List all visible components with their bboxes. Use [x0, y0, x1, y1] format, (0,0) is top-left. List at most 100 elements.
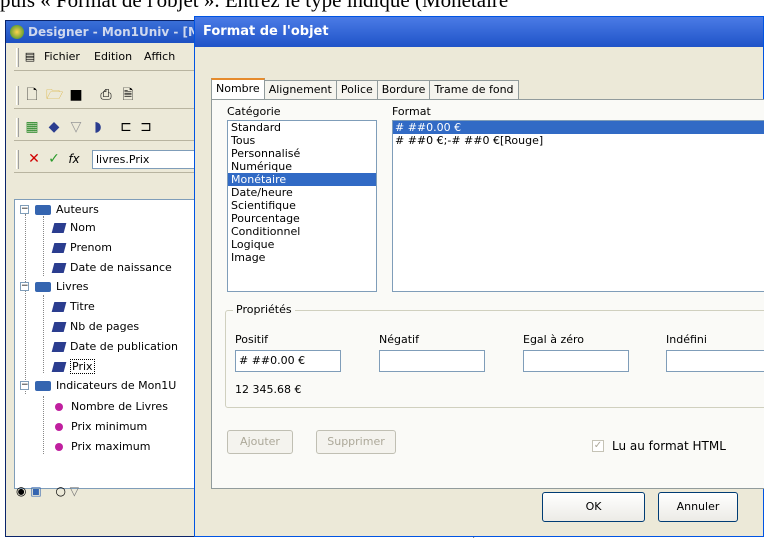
tree-object-titre[interactable]: Titre — [51, 298, 95, 316]
measure-icon — [55, 403, 63, 411]
category-item[interactable]: Numérique — [228, 160, 376, 173]
insert-class-icon[interactable]: ◗ — [90, 119, 106, 135]
tree-object-naissance[interactable]: Date de naissance — [51, 259, 172, 277]
negatif-input[interactable] — [379, 350, 485, 372]
category-item[interactable]: Date/heure — [228, 186, 376, 199]
tree-object-pages[interactable]: Nb de pages — [51, 318, 140, 336]
menu-doc-icon[interactable]: ▤ — [22, 49, 38, 65]
category-item-selected[interactable]: Monétaire — [228, 173, 376, 186]
context-icon[interactable]: ⊐ — [138, 119, 154, 135]
insert-table-icon[interactable]: ▦ — [24, 119, 40, 135]
measure-icon — [55, 423, 63, 431]
menu-fichier[interactable]: Fichier — [44, 50, 80, 63]
toolbar-grip[interactable] — [16, 118, 19, 137]
tree-measure-min[interactable]: Prix minimum — [53, 418, 147, 436]
tree-label: Date de publication — [70, 340, 178, 353]
category-item[interactable]: Personnalisé — [228, 147, 376, 160]
supprimer-button[interactable]: Supprimer — [316, 430, 396, 454]
format-item-selected[interactable]: # ##0.00 € — [393, 121, 764, 134]
dialog-titlebar: Format de l'objet — [195, 17, 763, 47]
object-icon — [51, 263, 67, 273]
cancel-x-icon[interactable]: ✕ — [26, 151, 42, 167]
tab-alignement[interactable]: Alignement — [263, 80, 337, 100]
toolbar-grip[interactable] — [16, 86, 19, 105]
tab-trame[interactable]: Trame de fond — [429, 80, 519, 100]
objects-view-radio[interactable]: ◉ — [16, 484, 26, 498]
ok-button[interactable]: OK — [542, 492, 645, 522]
insert-filter-icon[interactable]: ▽ — [68, 119, 84, 135]
category-item[interactable]: Pourcentage — [228, 212, 376, 225]
tree-label: Prix minimum — [71, 420, 148, 433]
object-icon — [51, 302, 67, 312]
tree-label: Nb de pages — [70, 320, 140, 333]
menu-edition[interactable]: Edition — [94, 50, 132, 63]
category-item[interactable]: Standard — [228, 121, 376, 134]
toolbar-grip[interactable] — [16, 150, 19, 169]
tree-measure-max[interactable]: Prix maximum — [53, 438, 150, 456]
standard-toolbar: 🗋 🗁 ■ ⎙ 🗎 — [14, 83, 199, 109]
fx-icon[interactable]: fx — [66, 151, 82, 167]
collapse-icon[interactable]: − — [20, 381, 29, 390]
categorie-label: Catégorie — [227, 105, 281, 118]
tab-nombre[interactable]: Nombre — [211, 78, 265, 101]
folder-icon — [35, 205, 51, 215]
tree-object-prenom[interactable]: Prenom — [51, 239, 112, 257]
tree-object-nom[interactable]: Nom — [51, 219, 96, 237]
indefini-input[interactable] — [666, 350, 764, 372]
menu-affichage[interactable]: Affich — [144, 50, 175, 63]
new-file-icon[interactable]: 🗋 — [24, 87, 40, 103]
tree-object-prix[interactable]: Prix — [51, 358, 95, 376]
insert-object-icon[interactable]: ◆ — [46, 119, 62, 135]
annuler-button[interactable]: Annuler — [658, 492, 738, 522]
tree-view-options: ◉ ▣ ○ ▽ — [16, 484, 79, 498]
category-item[interactable]: Tous — [228, 134, 376, 147]
validate-check-icon[interactable]: ✓ — [46, 151, 62, 167]
positif-input[interactable]: # ##0.00 € — [235, 350, 341, 372]
tree-object-publication[interactable]: Date de publication — [51, 338, 178, 356]
filter-icon: ▽ — [69, 484, 80, 498]
tree-class-auteurs[interactable]: − Auteurs — [19, 201, 99, 219]
format-dialog: Format de l'objet Nombre Alignement Police… — [194, 16, 764, 537]
universe-tree: − Auteurs Nom Prenom Date de naissance −… — [14, 199, 199, 489]
collapse-icon[interactable]: − — [20, 205, 29, 214]
folder-icon — [35, 381, 51, 391]
filters-view-radio[interactable]: ○ — [55, 484, 65, 498]
ajouter-button[interactable]: Ajouter — [227, 430, 293, 454]
tab-police[interactable]: Police — [335, 80, 378, 100]
category-item[interactable]: Image — [228, 251, 376, 264]
print-preview-icon[interactable]: 🗎 — [120, 87, 136, 103]
designer-app-icon — [10, 25, 24, 39]
object-icon — [51, 243, 67, 253]
tree-label: Prenom — [70, 241, 112, 254]
zero-input[interactable] — [523, 350, 629, 372]
save-icon[interactable]: ■ — [68, 87, 84, 103]
proprietes-title: Propriétés — [233, 303, 295, 316]
collapse-icon[interactable]: − — [20, 282, 29, 291]
tree-class-indicateurs[interactable]: − Indicateurs de Mon1U — [19, 377, 176, 395]
indefini-label: Indéfini — [666, 333, 707, 346]
object-toolbar: ▦ ◆ ▽ ◗ ⊏ ⊐ — [14, 115, 199, 141]
toolbar-grip[interactable] — [16, 48, 19, 67]
positif-label: Positif — [235, 333, 268, 346]
proprietes-group: Propriétés Positif Négatif Egal à zéro I… — [225, 303, 764, 408]
print-icon[interactable]: ⎙ — [98, 87, 114, 103]
tree-measure-nombre[interactable]: Nombre de Livres — [53, 398, 168, 416]
category-item[interactable]: Conditionnel — [228, 225, 376, 238]
join-icon[interactable]: ⊏ — [118, 119, 134, 135]
format-list[interactable]: # ##0.00 € # ##0 €;-# ##0 €[Rouge] — [392, 120, 764, 292]
html-label: Lu au format HTML — [612, 439, 726, 453]
tree-label: Prix — [70, 359, 95, 374]
formula-input[interactable]: livres.Prix — [92, 150, 202, 169]
open-folder-icon[interactable]: 🗁 — [46, 87, 63, 103]
object-icon — [51, 342, 67, 352]
format-item[interactable]: # ##0 €;-# ##0 €[Rouge] — [393, 134, 764, 147]
menu-bar: ▤ Fichier Edition Affich — [14, 45, 199, 71]
category-item[interactable]: Logique — [228, 238, 376, 251]
object-icon — [51, 223, 67, 233]
tree-class-livres[interactable]: − Livres — [19, 278, 88, 296]
tab-bordure[interactable]: Bordure — [376, 80, 431, 100]
html-checkbox[interactable]: ✓ — [592, 440, 604, 452]
object-icon — [51, 322, 67, 332]
category-item[interactable]: Scientifique — [228, 199, 376, 212]
category-list[interactable]: Standard Tous Personnalisé Numérique Mon… — [227, 120, 377, 292]
